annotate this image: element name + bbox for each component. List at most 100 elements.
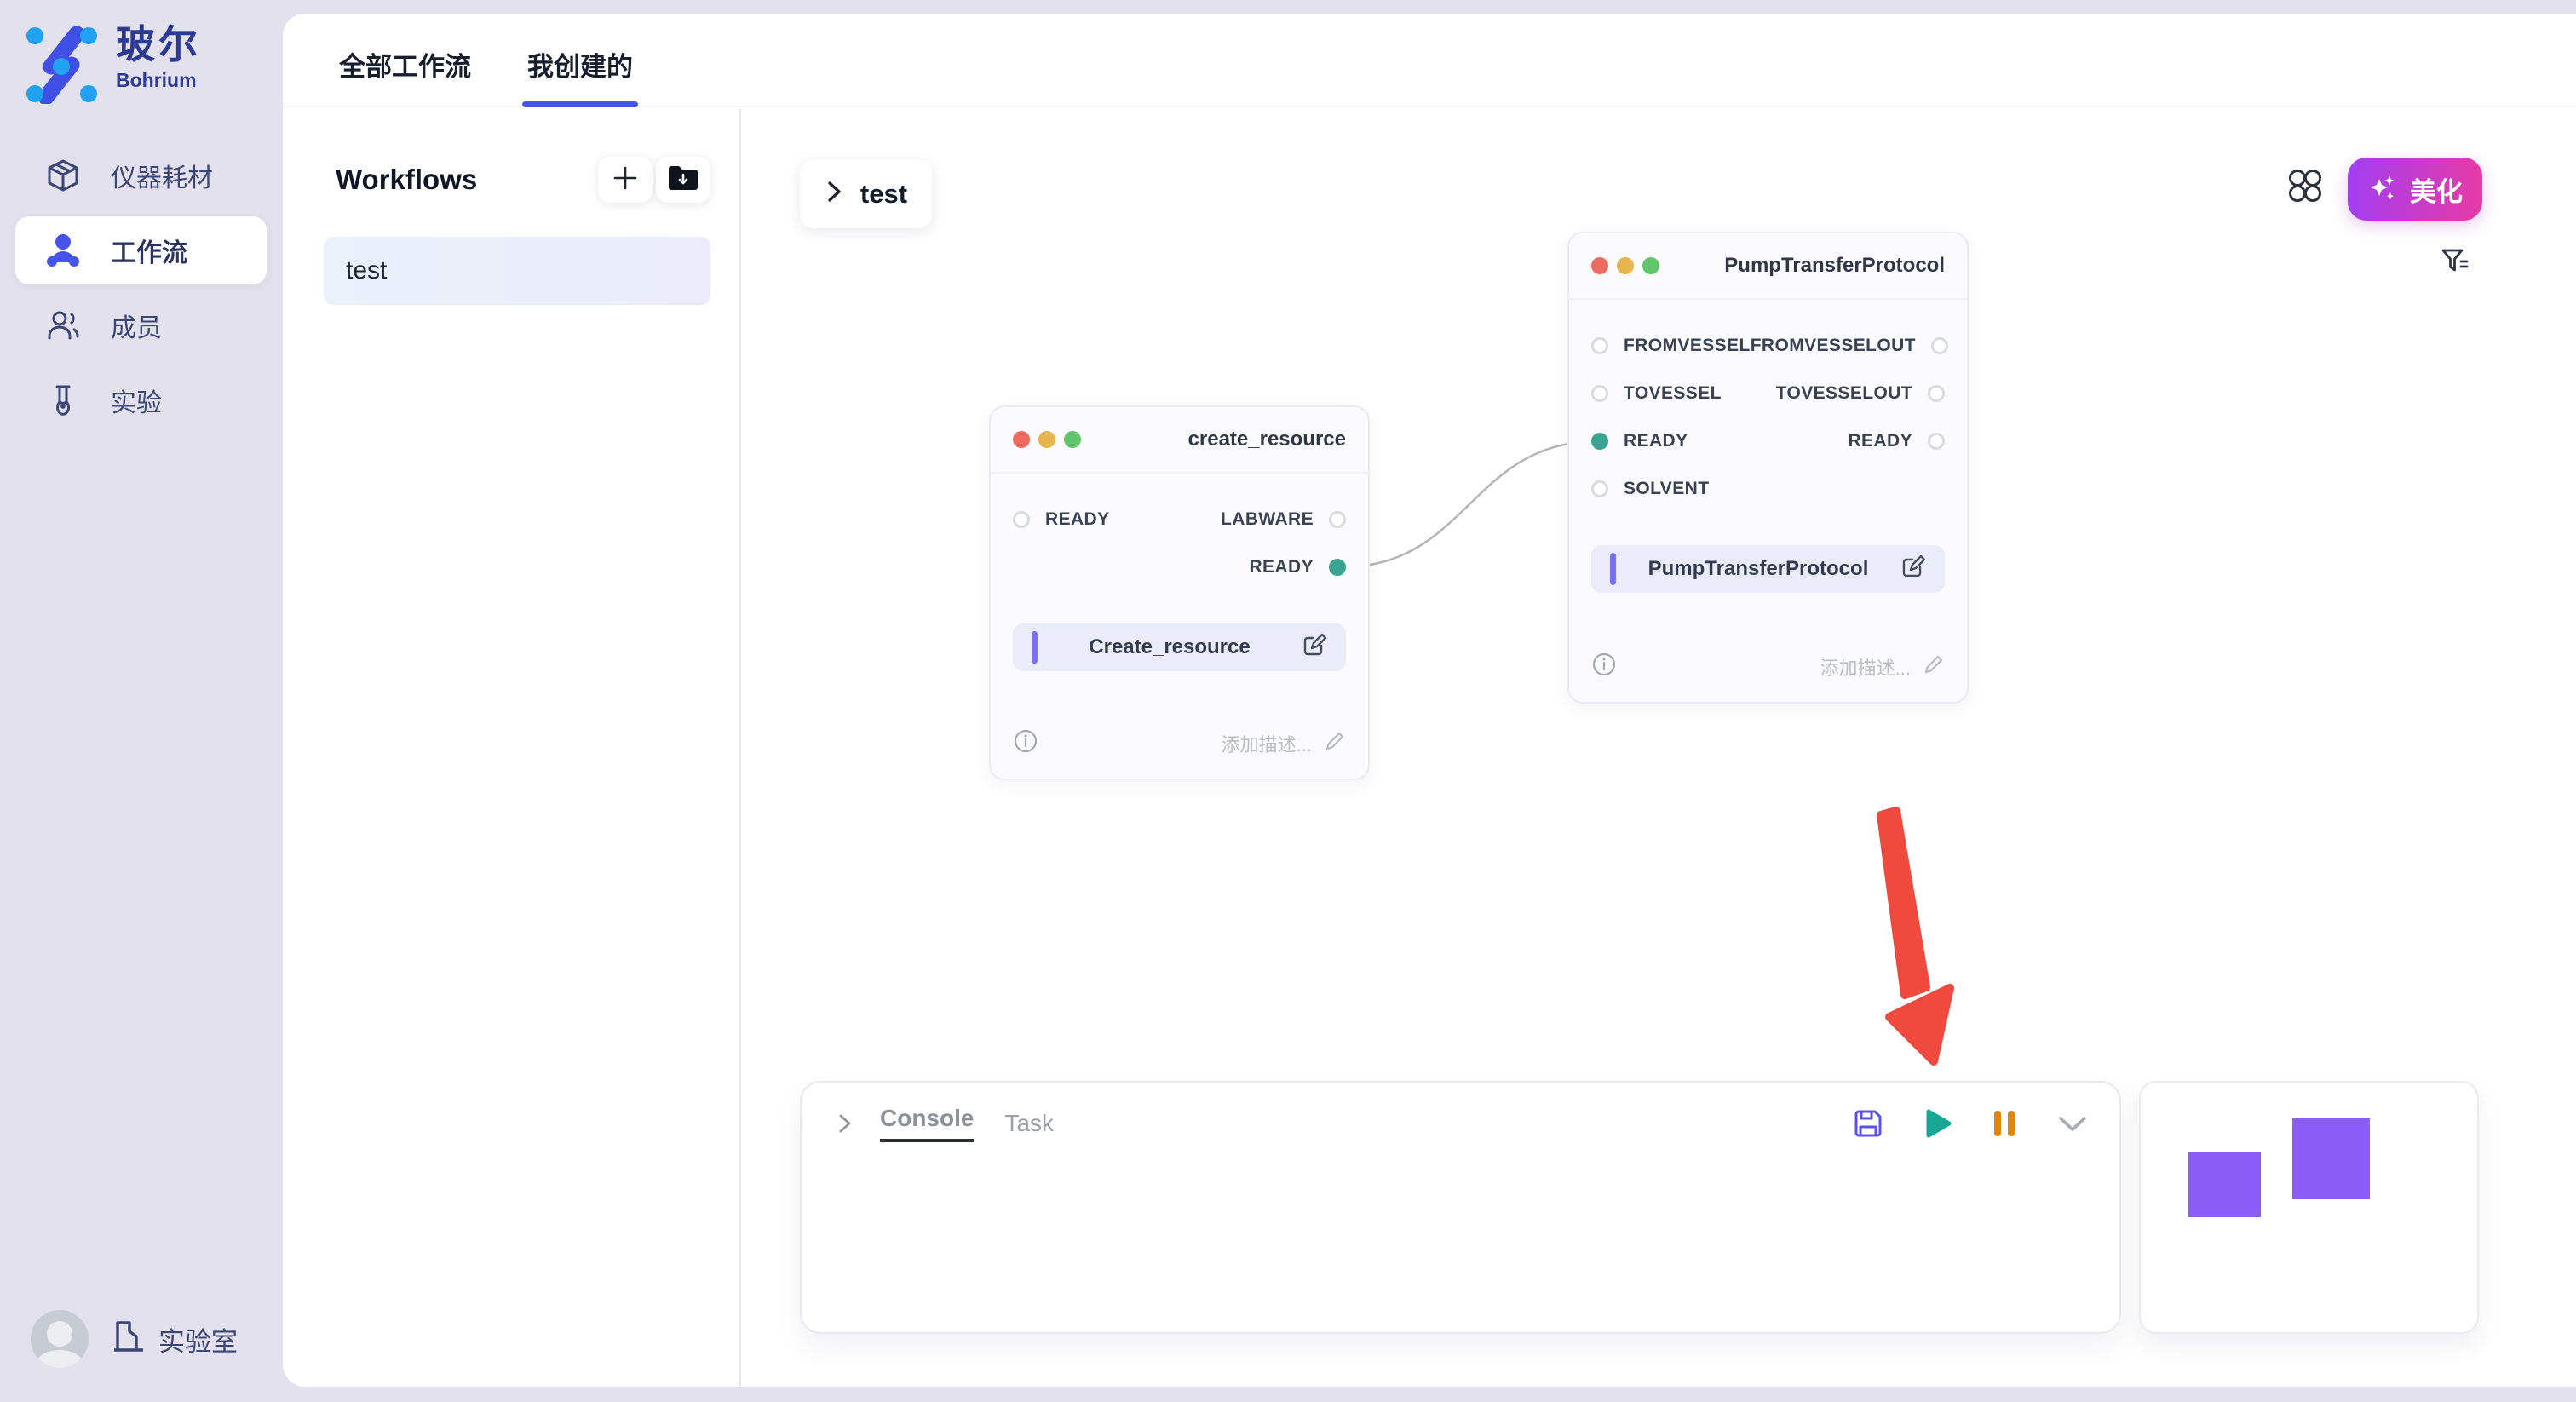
port-dot[interactable] <box>1591 480 1608 497</box>
brand-name-zh: 玻尔 <box>116 22 201 67</box>
workflow-canvas[interactable]: test 美化 <box>741 109 2576 1387</box>
instruments-box-icon <box>44 157 82 194</box>
port-in-ready[interactable]: READY <box>1591 431 1688 451</box>
port-dot[interactable] <box>1931 337 1948 354</box>
sidebar-item-workflow[interactable]: 工作流 <box>15 216 267 284</box>
chevron-down-icon[interactable] <box>2056 1113 2089 1134</box>
traffic-green-icon <box>1064 431 1081 448</box>
action-accent-bar <box>1032 631 1038 664</box>
add-workflow-button[interactable] <box>598 157 653 203</box>
sidebar-item-label: 实验 <box>111 382 162 419</box>
port-in-solvent[interactable]: SOLVENT <box>1591 479 1709 499</box>
node-header: create_resource <box>991 407 1368 474</box>
sidebar-footer: 实验室 <box>31 1310 238 1368</box>
info-icon[interactable] <box>1591 652 1617 681</box>
minimap-node-pump-transfer <box>2292 1118 2370 1199</box>
user-avatar[interactable] <box>31 1310 89 1368</box>
lab-label: 实验室 <box>158 1320 238 1359</box>
command-palette-button[interactable] <box>2285 167 2326 208</box>
port-dot-connected[interactable] <box>1591 433 1608 450</box>
sparkles-icon <box>2367 172 2398 207</box>
minimap-node-create-resource <box>2188 1152 2261 1217</box>
port-out-fromvesselout[interactable]: FROMVESSELOUT <box>1751 336 1948 356</box>
sidebar-item-label: 仪器耗材 <box>111 157 213 194</box>
filter-button[interactable] <box>2440 246 2474 280</box>
folder-import-icon <box>667 164 699 196</box>
port-dot[interactable] <box>1329 511 1346 528</box>
bohrium-logo-icon <box>26 22 97 108</box>
description-placeholder[interactable]: 添加描述... <box>1222 730 1312 757</box>
members-icon <box>44 307 82 344</box>
minimap[interactable] <box>2139 1081 2479 1334</box>
info-icon[interactable] <box>1013 728 1038 758</box>
port-in-tovessel[interactable]: TOVESSEL <box>1591 383 1722 404</box>
port-in-ready[interactable]: READY <box>1013 509 1110 530</box>
building-icon <box>111 1318 145 1360</box>
sidebar: 玻尔 Bohrium 仪器耗材 <box>0 0 283 1402</box>
port-out-tovesselout[interactable]: TOVESSELOUT <box>1776 383 1945 404</box>
sidebar-item-instruments[interactable]: 仪器耗材 <box>15 141 267 210</box>
workflows-panel: Workflows <box>283 109 741 1387</box>
port-dot-connected[interactable] <box>1329 559 1346 576</box>
description-placeholder[interactable]: 添加描述... <box>1820 653 1911 681</box>
traffic-light-icons <box>1013 431 1081 448</box>
sidebar-item-label: 成员 <box>111 307 162 344</box>
port-dot[interactable] <box>1591 337 1608 354</box>
console-collapse-button[interactable] <box>836 1112 854 1135</box>
tab-my-created[interactable]: 我创建的 <box>527 45 633 106</box>
node-action-create-resource[interactable]: Create_resource <box>1013 623 1346 671</box>
sidebar-item-experiment[interactable]: 实验 <box>15 366 267 434</box>
brand-logo: 玻尔 Bohrium <box>26 22 201 108</box>
beautify-label: 美化 <box>2410 170 2463 209</box>
traffic-red-icon <box>1013 431 1030 448</box>
action-accent-bar <box>1610 553 1616 585</box>
workflow-list-item-test[interactable]: test <box>324 237 710 305</box>
pencil-icon[interactable] <box>1923 653 1945 680</box>
node-header: PumpTransferProtocol <box>1569 233 1967 300</box>
port-out-ready[interactable]: READY <box>1249 557 1346 577</box>
task-tab[interactable]: Task <box>1004 1110 1054 1137</box>
import-workflow-button[interactable] <box>656 157 710 203</box>
traffic-light-icons <box>1591 257 1659 274</box>
workflows-title: Workflows <box>336 164 477 196</box>
brand-name-en: Bohrium <box>116 69 201 92</box>
traffic-yellow-icon <box>1038 431 1055 448</box>
node-title: PumpTransferProtocol <box>1724 254 1945 278</box>
edit-square-icon[interactable] <box>1302 633 1327 663</box>
port-dot[interactable] <box>1928 433 1945 450</box>
plus-icon <box>611 164 640 197</box>
sidebar-nav: 仪器耗材 工作流 成员 <box>15 141 267 434</box>
node-create-resource[interactable]: create_resource READY LABWARE <box>989 405 1370 780</box>
pencil-icon[interactable] <box>1324 730 1346 756</box>
node-action-pump-transfer[interactable]: PumpTransferProtocol <box>1591 545 1945 593</box>
lab-switcher[interactable]: 实验室 <box>111 1318 238 1360</box>
breadcrumb-label: test <box>860 179 907 210</box>
port-dot[interactable] <box>1591 385 1608 402</box>
workflow-tabbar: 全部工作流 我创建的 <box>283 14 2576 107</box>
main-panel: 全部工作流 我创建的 Workflows <box>283 14 2576 1387</box>
filter-funnel-icon <box>2440 266 2470 280</box>
port-out-labware[interactable]: LABWARE <box>1221 509 1346 530</box>
port-in-fromvessel[interactable]: FROMVESSEL <box>1591 336 1751 356</box>
console-tab[interactable]: Console <box>880 1105 974 1142</box>
traffic-yellow-icon <box>1617 257 1634 274</box>
edit-square-icon[interactable] <box>1900 554 1926 584</box>
sidebar-item-members[interactable]: 成员 <box>15 291 267 359</box>
traffic-green-icon <box>1642 257 1659 274</box>
port-out-ready[interactable]: READY <box>1848 431 1945 451</box>
tab-all-workflows[interactable]: 全部工作流 <box>339 45 471 106</box>
node-title: create_resource <box>1188 428 1346 451</box>
run-button[interactable] <box>1923 1108 1952 1139</box>
beautify-button[interactable]: 美化 <box>2348 158 2482 221</box>
node-pump-transfer-protocol[interactable]: PumpTransferProtocol FROMVESSEL FROMVESS… <box>1567 232 1969 704</box>
command-icon <box>2286 167 2324 209</box>
chevron-right-icon <box>825 180 843 208</box>
pause-button[interactable] <box>1992 1108 2017 1139</box>
port-dot[interactable] <box>1013 511 1030 528</box>
port-dot[interactable] <box>1928 385 1945 402</box>
save-button[interactable] <box>1852 1107 1884 1140</box>
canvas-breadcrumb[interactable]: test <box>800 159 932 228</box>
workflow-icon <box>44 232 82 269</box>
sidebar-item-label: 工作流 <box>111 232 187 269</box>
console-panel: Console Task <box>800 1081 2121 1334</box>
